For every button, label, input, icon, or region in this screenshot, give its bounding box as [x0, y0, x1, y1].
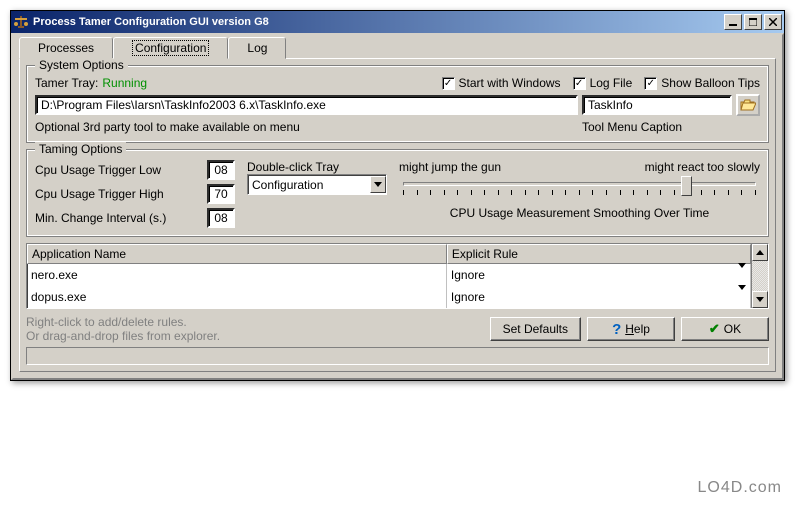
double-click-label: Double-click Tray — [247, 160, 339, 174]
tab-log[interactable]: Log — [228, 37, 286, 59]
table-row[interactable]: nero.exe Ignore — [27, 264, 751, 286]
show-balloon-checkbox[interactable]: ✓ — [644, 77, 657, 90]
rules-table: Application Name Explicit Rule nero.exe … — [26, 243, 769, 309]
help-button[interactable]: ? Help — [587, 317, 675, 341]
ok-button[interactable]: ✔ OK — [681, 317, 769, 341]
chevron-down-icon[interactable] — [370, 176, 386, 193]
taming-options-legend: Taming Options — [35, 142, 126, 156]
start-with-windows-checkbox[interactable]: ✓ — [442, 77, 455, 90]
start-with-windows-label: Start with Windows — [459, 76, 561, 90]
minimize-button[interactable] — [724, 14, 742, 30]
scroll-down-button[interactable] — [752, 291, 768, 308]
cpu-high-input[interactable] — [207, 184, 235, 204]
hint-text: Right-click to add/delete rules. Or drag… — [26, 315, 484, 343]
window-title: Process Tamer Configuration GUI version … — [33, 16, 722, 28]
chevron-down-icon[interactable] — [738, 268, 746, 282]
slider-right-hint: might react too slowly — [645, 160, 760, 174]
show-balloon-label: Show Balloon Tips — [661, 76, 760, 90]
tool-caption-input[interactable] — [582, 95, 732, 115]
system-options-legend: System Options — [35, 58, 128, 72]
tab-strip: Processes Configuration Log — [19, 37, 776, 59]
vertical-scrollbar[interactable] — [751, 244, 768, 308]
browse-button[interactable] — [736, 94, 760, 116]
check-icon: ✔ — [709, 321, 720, 337]
system-options-group: System Options Tamer Tray: Running ✓ Sta… — [26, 65, 769, 143]
col-header-rule[interactable]: Explicit Rule — [447, 244, 751, 264]
cell-rule: Ignore — [451, 268, 738, 282]
status-bar — [26, 347, 769, 365]
cell-rule: Ignore — [451, 290, 738, 304]
question-icon: ? — [612, 321, 621, 338]
log-file-label: Log File — [590, 76, 633, 90]
tab-configuration[interactable]: Configuration — [113, 37, 228, 59]
set-defaults-button[interactable]: Set Defaults — [490, 317, 581, 341]
table-row[interactable]: dopus.exe Ignore — [27, 286, 751, 308]
cpu-low-input[interactable] — [207, 160, 235, 180]
smoothing-slider[interactable] — [399, 174, 760, 202]
titlebar[interactable]: Process Tamer Configuration GUI version … — [11, 11, 784, 33]
tool-caption-hint: Tool Menu Caption — [582, 120, 760, 134]
cpu-low-label: Cpu Usage Trigger Low — [35, 163, 203, 177]
slider-caption: CPU Usage Measurement Smoothing Over Tim… — [450, 206, 709, 220]
min-change-input[interactable] — [207, 208, 235, 228]
cpu-high-label: Cpu Usage Trigger High — [35, 187, 203, 201]
cell-app: dopus.exe — [27, 286, 447, 308]
min-change-label: Min. Change Interval (s.) — [35, 211, 203, 225]
app-window: Process Tamer Configuration GUI version … — [10, 10, 785, 381]
folder-open-icon — [740, 98, 756, 112]
tab-panel: System Options Tamer Tray: Running ✓ Sta… — [19, 58, 776, 372]
maximize-button[interactable] — [744, 14, 762, 30]
close-button[interactable] — [764, 14, 782, 30]
tamer-tray-label: Tamer Tray: — [35, 76, 98, 90]
slider-left-hint: might jump the gun — [399, 160, 501, 174]
scroll-up-button[interactable] — [752, 244, 768, 261]
cell-app: nero.exe — [27, 264, 447, 286]
col-header-app[interactable]: Application Name — [27, 244, 447, 264]
watermark: LO4D.com — [698, 479, 782, 497]
taming-options-group: Taming Options Cpu Usage Trigger Low Cpu… — [26, 149, 769, 237]
tab-processes[interactable]: Processes — [19, 37, 113, 59]
chevron-down-icon[interactable] — [738, 290, 746, 304]
tool-path-hint: Optional 3rd party tool to make availabl… — [35, 120, 578, 134]
tamer-tray-status: Running — [102, 76, 147, 90]
app-icon — [13, 14, 29, 30]
log-file-checkbox[interactable]: ✓ — [573, 77, 586, 90]
double-click-combo[interactable]: Configuration — [247, 174, 387, 195]
tool-path-input[interactable] — [35, 95, 578, 115]
